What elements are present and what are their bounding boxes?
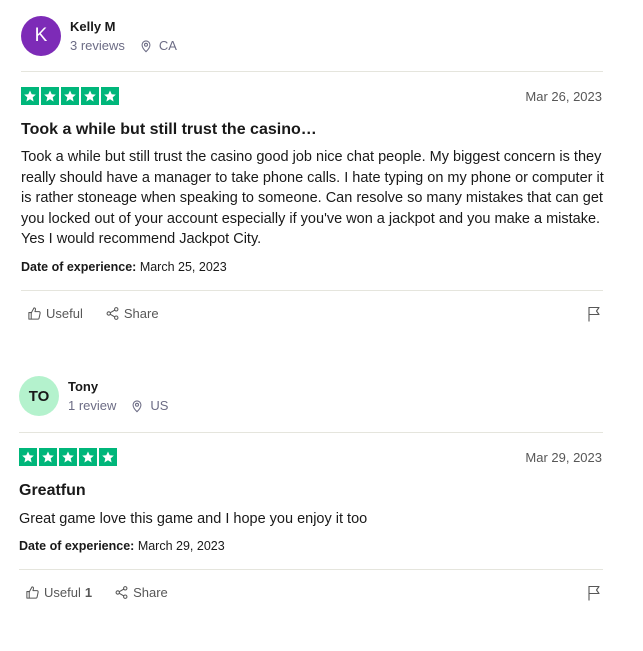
location-pin-icon	[130, 399, 144, 413]
divider	[19, 569, 603, 570]
star-rating	[19, 448, 119, 466]
report-flag-icon[interactable]	[587, 585, 601, 601]
experience-label: Date of experience:	[19, 539, 135, 553]
share-icon	[114, 585, 133, 600]
avatar[interactable]: K	[21, 16, 61, 56]
review-date: Mar 26, 2023	[525, 89, 602, 104]
star-icon	[79, 448, 97, 466]
consumer-country: CA	[158, 37, 177, 53]
useful-label: Useful	[46, 306, 83, 321]
report-flag-icon[interactable]	[587, 306, 601, 322]
star-icon	[101, 87, 119, 105]
star-rating	[21, 87, 121, 105]
consumer-country: US	[150, 397, 169, 413]
useful-label: Useful	[44, 585, 81, 600]
consumer-meta: 3 reviews CA	[70, 38, 177, 54]
review-title[interactable]: Greatfun	[19, 481, 599, 501]
star-icon	[41, 87, 59, 105]
star-icon	[81, 87, 99, 105]
review-date: Mar 29, 2023	[525, 450, 602, 465]
experience-date: March 29, 2023	[137, 539, 225, 553]
review-count: 1 review	[68, 397, 117, 413]
star-icon	[19, 448, 37, 466]
review-text: Great game love this game and I hope you…	[19, 511, 368, 527]
star-icon	[61, 87, 79, 105]
thumbs-up-icon	[27, 306, 46, 321]
useful-button[interactable]: Useful 1	[25, 585, 92, 600]
share-label: Share	[123, 306, 159, 321]
star-icon	[59, 448, 77, 466]
star-icon	[39, 448, 57, 466]
reviews-page: K Kelly M 3 reviews CA Mar 26, 2023 Took…	[0, 0, 643, 651]
review-title[interactable]: Took a while but still trust the casino…	[21, 120, 601, 140]
thumbs-up-icon	[25, 585, 44, 600]
consumer-name[interactable]: Tony	[68, 379, 168, 395]
star-icon	[99, 448, 117, 466]
consumer-details: Tony 1 review US	[68, 379, 168, 414]
useful-button[interactable]: Useful	[27, 306, 83, 321]
share-button[interactable]: Share	[105, 306, 159, 321]
date-of-experience: Date of experience: March 29, 2023	[19, 538, 225, 554]
experience-date: March 25, 2023	[139, 260, 227, 274]
divider	[19, 432, 603, 433]
avatar[interactable]: TO	[19, 376, 59, 416]
review-text: Took a while but still trust the casino …	[21, 149, 604, 248]
share-label: Share	[133, 585, 168, 600]
divider	[21, 71, 603, 72]
consumer-info: K Kelly M 3 reviews CA	[21, 16, 177, 56]
consumer-info: TO Tony 1 review US	[19, 376, 168, 416]
share-icon	[105, 306, 124, 321]
consumer-details: Kelly M 3 reviews CA	[70, 19, 177, 54]
divider	[21, 290, 603, 291]
consumer-meta: 1 review US	[68, 398, 168, 414]
consumer-name[interactable]: Kelly M	[70, 19, 177, 35]
date-of-experience: Date of experience: March 25, 2023	[21, 259, 227, 275]
share-button[interactable]: Share	[114, 585, 168, 600]
experience-label: Date of experience:	[21, 260, 137, 274]
useful-count: 1	[84, 585, 93, 600]
review-count: 3 reviews	[70, 37, 125, 53]
star-icon	[21, 87, 39, 105]
review-actions: Useful Share	[27, 306, 181, 321]
location-pin-icon	[139, 39, 153, 53]
review-actions: Useful 1 Share	[25, 585, 190, 600]
